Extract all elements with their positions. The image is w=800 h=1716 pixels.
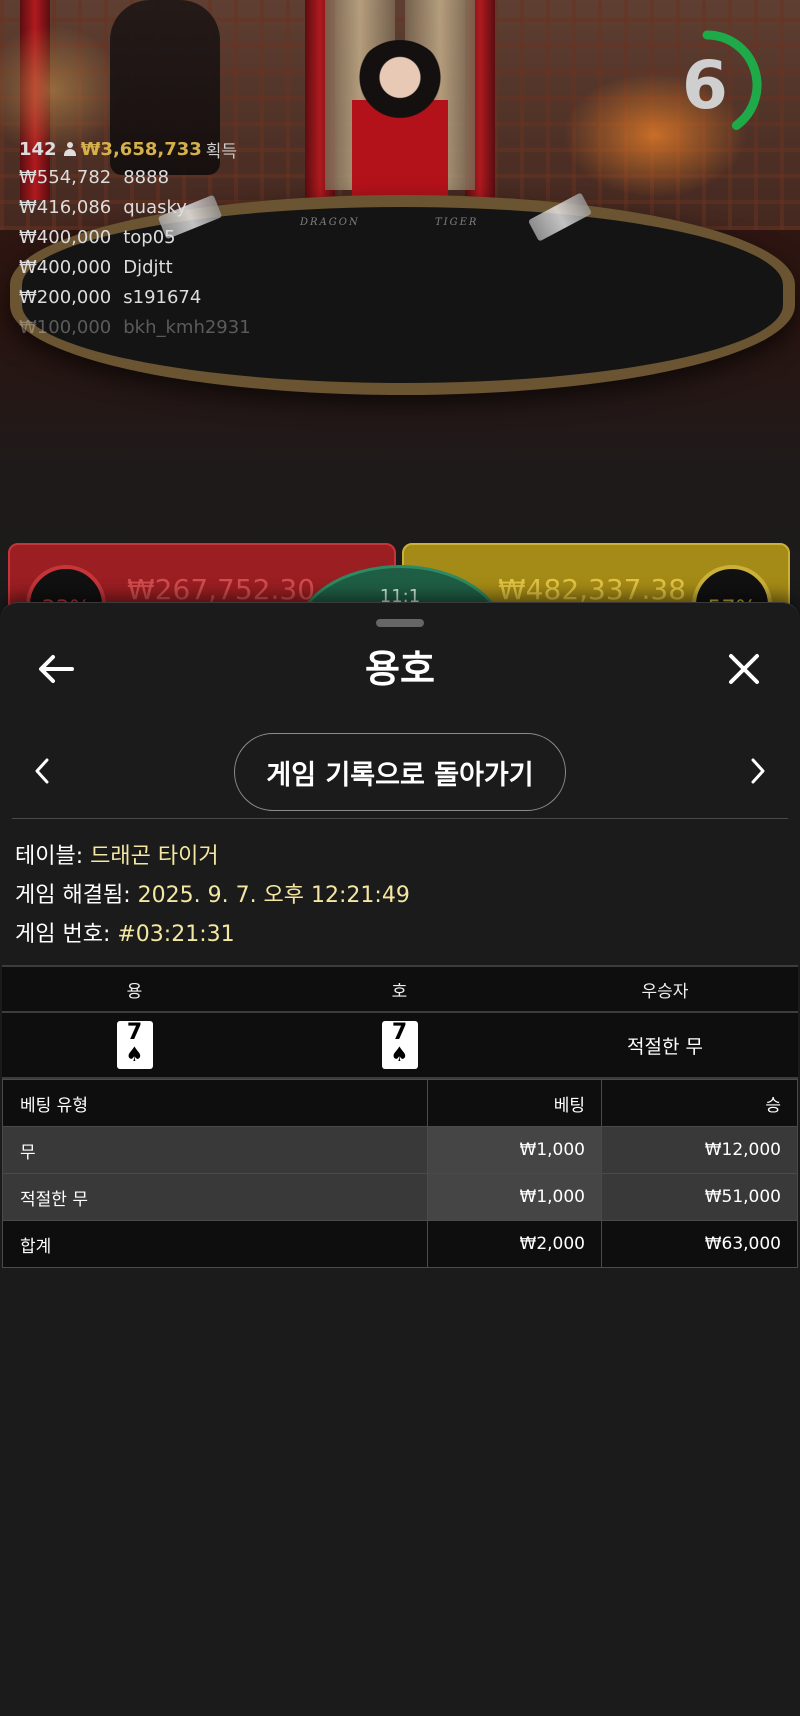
dragon-card-cell: 7 ♠ bbox=[2, 1012, 267, 1079]
info-table-label: 테이블: bbox=[15, 844, 84, 869]
info-resolved: 게임 해결됨: 2025. 9. 7. 오후 12:21:49 bbox=[15, 876, 410, 915]
winner-amount: ₩100,000 bbox=[19, 316, 112, 338]
winner-row: ₩200,000 s191674 bbox=[19, 282, 251, 312]
winner-row: ₩100,000 bkh_kmh2931 bbox=[19, 312, 251, 342]
col-dragon: 용 bbox=[2, 965, 267, 1013]
winner-name: 8888 bbox=[123, 166, 170, 188]
col-bet-type: 베팅 유형 bbox=[2, 1079, 428, 1127]
next-game-button[interactable] bbox=[738, 751, 778, 791]
winner-amount: ₩400,000 bbox=[19, 226, 112, 248]
winner-name: s191674 bbox=[123, 286, 202, 308]
bets-table: 베팅 유형 베팅 승 무 ₩1,000 ₩12,000 적절한 무 ₩1,000… bbox=[2, 1079, 798, 1268]
col-win: 승 bbox=[601, 1079, 798, 1127]
game-details-sheet: 용호 게임 기록으로 돌아가기 테이블: 드래곤 타이거 게임 해결됨: 202… bbox=[0, 602, 800, 1716]
result-header-row: 용 호 우승자 bbox=[2, 965, 798, 1013]
back-to-history-button[interactable]: 게임 기록으로 돌아가기 bbox=[234, 733, 566, 811]
timer-seconds: 6 bbox=[682, 46, 728, 124]
bet-row: 무 ₩1,000 ₩12,000 bbox=[2, 1126, 798, 1174]
bets-header-row: 베팅 유형 베팅 승 bbox=[2, 1079, 798, 1127]
bet-type: 적절한 무 bbox=[2, 1173, 428, 1221]
chevron-right-icon bbox=[751, 758, 765, 784]
winners-label: 획득 bbox=[205, 141, 238, 162]
winner-row: ₩416,086 quasky bbox=[19, 192, 251, 222]
col-winner: 우승자 bbox=[532, 965, 798, 1013]
result-row: 7 ♠ 7 ♠ 적절한 무 bbox=[2, 1012, 798, 1079]
winner-name: Djdjtt bbox=[123, 256, 173, 278]
info-resolved-label: 게임 해결됨: bbox=[15, 883, 131, 908]
dragon-card: 7 ♠ bbox=[116, 1021, 153, 1069]
game-navigation: 게임 기록으로 돌아가기 bbox=[0, 731, 800, 811]
sheet-grabber[interactable] bbox=[376, 619, 424, 627]
bet-row: 적절한 무 ₩1,000 ₩51,000 bbox=[2, 1173, 798, 1221]
winner-amount: ₩554,782 bbox=[19, 166, 112, 188]
winner-name: top05 bbox=[123, 226, 176, 248]
close-icon bbox=[729, 654, 759, 684]
total-win: ₩63,000 bbox=[601, 1220, 798, 1268]
bet-type: 무 bbox=[2, 1126, 428, 1174]
winner-amount: ₩200,000 bbox=[19, 286, 112, 308]
close-button[interactable] bbox=[718, 643, 770, 695]
previous-game-button[interactable] bbox=[22, 751, 62, 791]
tiger-card-cell: 7 ♠ bbox=[267, 1012, 532, 1079]
col-bet: 베팅 bbox=[427, 1079, 602, 1127]
tiger-card: 7 ♠ bbox=[381, 1021, 418, 1069]
col-tiger: 호 bbox=[267, 965, 532, 1013]
spade-icon: ♠ bbox=[390, 1042, 409, 1066]
user-icon bbox=[63, 142, 77, 156]
winner-row: ₩554,782 8888 bbox=[19, 162, 251, 192]
chevron-left-icon bbox=[35, 758, 49, 784]
winner-cell: 적절한 무 bbox=[532, 1012, 798, 1079]
info-game-number-value: #03:21:31 bbox=[117, 922, 235, 947]
dealer bbox=[352, 40, 448, 210]
winners-list: 142 ₩3,658,733 획득 ₩554,782 8888 ₩416,086 q… bbox=[19, 136, 251, 342]
live-video: DRAGON TIGER 142 ₩3,658,733 획득 ₩554,782 8… bbox=[0, 0, 800, 620]
info-game-number: 게임 번호: #03:21:31 bbox=[15, 915, 410, 954]
winner-amount: ₩400,000 bbox=[19, 256, 112, 278]
bet-amount: ₩1,000 bbox=[427, 1173, 602, 1221]
winner-row: ₩400,000 top05 bbox=[19, 222, 251, 252]
sheet-title: 용호 bbox=[365, 647, 435, 691]
total-row: 합계 ₩2,000 ₩63,000 bbox=[2, 1220, 798, 1268]
result-table: 용 호 우승자 7 ♠ 7 ♠ 적절한 무 bbox=[2, 965, 798, 1079]
countdown-timer: 6 bbox=[655, 25, 775, 145]
info-resolved-value: 2025. 9. 7. 오후 12:21:49 bbox=[137, 883, 410, 908]
winner-name: bkh_kmh2931 bbox=[123, 316, 251, 338]
info-game-number-label: 게임 번호: bbox=[15, 922, 111, 947]
sheet-header: 용호 bbox=[0, 643, 800, 695]
bet-amount: ₩1,000 bbox=[427, 1126, 602, 1174]
winners-header: 142 ₩3,658,733 획득 bbox=[19, 136, 251, 162]
divider bbox=[12, 818, 788, 819]
winners-count: 142 bbox=[19, 138, 57, 160]
win-amount: ₩51,000 bbox=[601, 1173, 798, 1221]
total-bet: ₩2,000 bbox=[427, 1220, 602, 1268]
felt-label-dragon: DRAGON bbox=[300, 217, 360, 228]
win-amount: ₩12,000 bbox=[601, 1126, 798, 1174]
winner-row: ₩400,000 Djdjtt bbox=[19, 252, 251, 282]
info-table-value: 드래곤 타이거 bbox=[90, 844, 219, 869]
arrow-left-icon bbox=[39, 655, 74, 683]
winner-name: quasky bbox=[123, 196, 187, 218]
winner-amount: ₩416,086 bbox=[19, 196, 112, 218]
winners-total: ₩3,658,733 bbox=[80, 138, 202, 160]
info-table: 테이블: 드래곤 타이거 bbox=[15, 837, 410, 876]
back-button[interactable] bbox=[30, 643, 82, 695]
total-label: 합계 bbox=[2, 1220, 428, 1268]
spade-icon: ♠ bbox=[125, 1042, 144, 1066]
felt-label-tiger: TIGER bbox=[435, 217, 479, 228]
game-info: 테이블: 드래곤 타이거 게임 해결됨: 2025. 9. 7. 오후 12:2… bbox=[15, 837, 410, 954]
